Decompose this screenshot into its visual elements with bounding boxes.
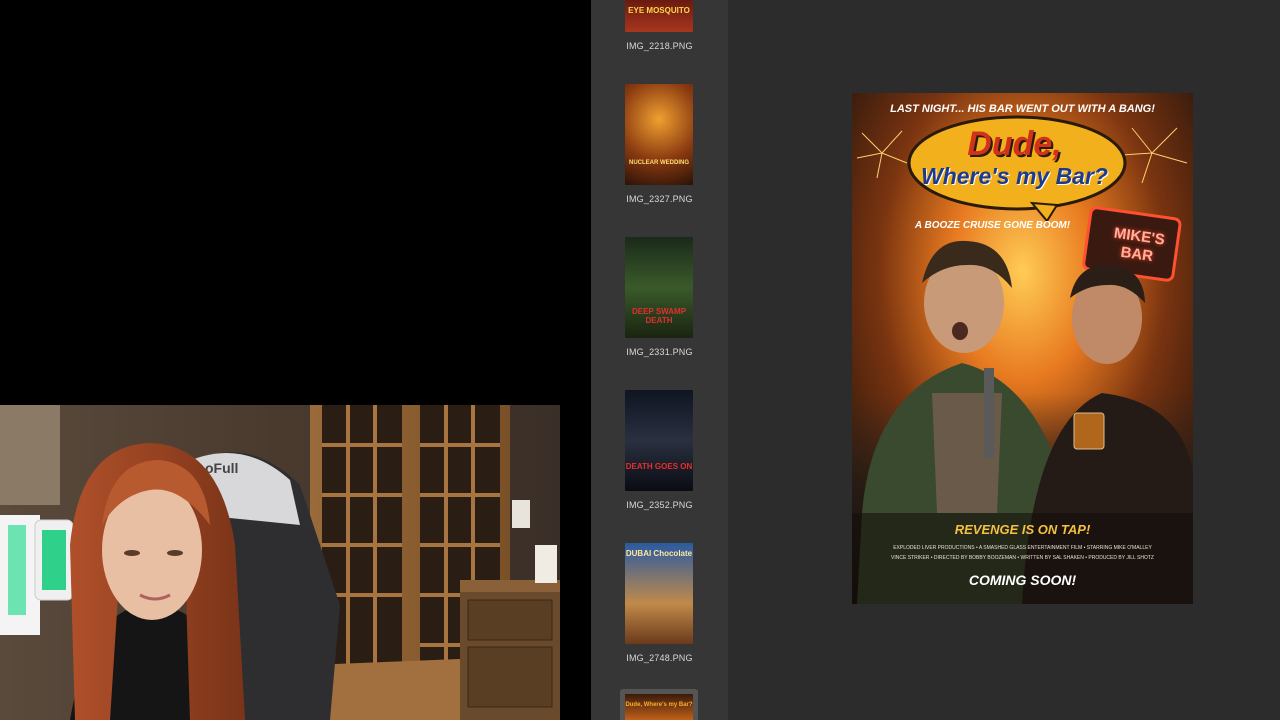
chair-brand-text: oFull — [205, 460, 238, 476]
poster-preview: LAST NIGHT... HIS BAR WENT OUT WITH A BA… — [852, 93, 1193, 604]
webcam-feed: oFull — [0, 405, 560, 720]
poster-tagline-top: LAST NIGHT... HIS BAR WENT OUT WITH A BA… — [890, 103, 1155, 115]
thumbnail-title: EYE MOSQUITO — [628, 6, 690, 15]
thumbnail-title: Dude, Where's my Bar? — [625, 702, 693, 708]
poster-title-line1: Dude, — [967, 125, 1062, 163]
thumbnail-item-selected[interactable]: Dude, Where's my Bar? — [620, 689, 698, 720]
thumbnail-title: NUCLEAR WEDDING — [629, 160, 689, 166]
poster-tagline-bottom: REVENGE IS ON TAP! — [954, 522, 1091, 537]
thumbnail-filename: IMG_2352.PNG — [626, 500, 693, 510]
thumbnail-filename: IMG_2748.PNG — [626, 653, 693, 663]
thumbnail-image: EYE MOSQUITO — [625, 0, 693, 32]
thumbnail-image: DEEP SWAMP DEATH — [625, 237, 693, 338]
poster-title-line2: Where's my Bar? — [921, 163, 1108, 189]
thumbnail-image: DUBAI Chocolate — [625, 543, 693, 644]
thumbnail-title: DUBAI Chocolate — [625, 549, 693, 558]
thumbnail-filename: IMG_2218.PNG — [626, 41, 693, 51]
thumbnail-title: DEEP SWAMP DEATH — [631, 307, 687, 325]
thumbnail-title: DEATH GOES ON — [625, 462, 693, 471]
poster-credits-line2: VINCE STRIKER • DIRECTED BY BOBBY BOOZEM… — [891, 555, 1154, 561]
thumbnail-image: NUCLEAR WEDDING — [625, 84, 693, 185]
poster-credits-line1: EXPLODED LIVER PRODUCTIONS • A SMASHED G… — [893, 545, 1152, 551]
thumbnail-filename: IMG_2331.PNG — [626, 347, 693, 357]
webcam-scene: oFull — [0, 405, 560, 720]
thumbnail-image: DEATH GOES ON — [625, 390, 693, 491]
thumbnail-sidebar[interactable]: EYE MOSQUITO IMG_2218.PNG NUCLEAR WEDDIN… — [591, 0, 729, 720]
thumbnail-image: Dude, Where's my Bar? — [625, 694, 693, 720]
poster-coming-soon: COMING SOON! — [968, 572, 1077, 588]
thumbnail-filename: IMG_2327.PNG — [626, 194, 693, 204]
